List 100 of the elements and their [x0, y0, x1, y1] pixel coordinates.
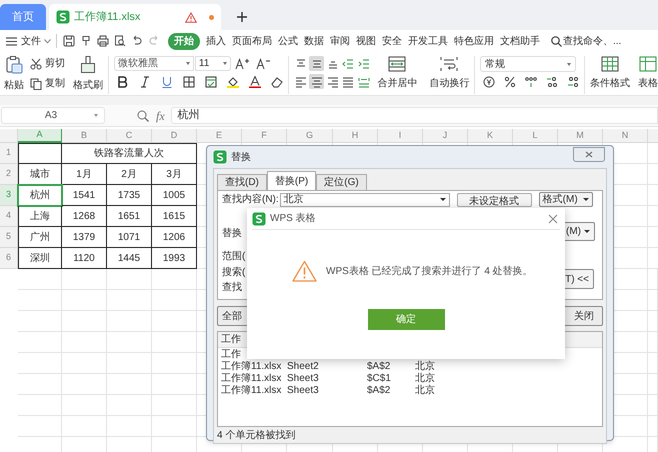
document-tab[interactable]: 工作簿11.xlsx — [49, 4, 221, 30]
add-tab-icon[interactable] — [237, 12, 247, 22]
table-cell: 广州 — [18, 227, 62, 248]
cell-style-icon[interactable] — [204, 76, 217, 88]
align-center-icon — [310, 76, 323, 88]
decrease-decimal-icon[interactable] — [567, 76, 580, 88]
grow-font-icon[interactable] — [234, 58, 249, 70]
paste-button[interactable]: 粘贴 — [4, 78, 24, 93]
formula-input[interactable]: 杭州 — [170, 107, 658, 124]
table-cell: 1005 — [152, 185, 197, 206]
result-cell-text: Sheet2 — [287, 361, 320, 373]
table-cell — [62, 290, 107, 311]
merge-center-button[interactable]: 合并居中 — [377, 76, 418, 91]
function-button[interactable]: fx — [156, 106, 165, 124]
replace-label: 替换 — [222, 226, 242, 241]
table-cell — [18, 395, 62, 416]
result-cell-text: 北京 — [415, 361, 436, 372]
ribbon-tab[interactable]: 数据 — [304, 32, 324, 50]
table-cell: 上海 — [18, 206, 62, 227]
save-icon[interactable] — [63, 35, 75, 47]
paintbrush-icon[interactable] — [80, 56, 96, 74]
print-icon[interactable] — [97, 35, 109, 47]
format-status-button[interactable]: 未设定格式 — [456, 192, 532, 206]
name-box[interactable]: A3 — [1, 107, 105, 124]
dialog-tab[interactable]: 替换(P) — [266, 171, 316, 191]
zoom-icon[interactable] — [137, 110, 149, 122]
table-cell — [107, 332, 152, 353]
increase-decimal-icon[interactable] — [546, 76, 558, 88]
copy-button[interactable]: 复制 — [45, 76, 65, 91]
ribbon-tab[interactable]: 文档助手 — [500, 32, 540, 50]
shrink-font-icon[interactable] — [256, 58, 270, 70]
align-left-icon — [295, 76, 308, 88]
result-cell-text: Sheet3 — [287, 385, 320, 397]
table-cell: 深圳 — [18, 248, 62, 269]
align-middle-button[interactable] — [309, 56, 324, 71]
table-cell: 3月 — [152, 164, 197, 185]
table-cell — [107, 416, 152, 437]
clipboard-icon[interactable] — [5, 56, 23, 74]
eraser-icon[interactable] — [270, 76, 283, 88]
ribbon-tab[interactable]: 特色应用 — [454, 32, 494, 50]
result-cell-text: $A$2 — [367, 361, 392, 373]
ribbon-tab[interactable]: 插入 — [206, 32, 226, 50]
fill-color-icon[interactable] — [226, 76, 239, 88]
borders-icon[interactable] — [182, 76, 195, 88]
table-cell — [18, 416, 62, 437]
table-cell — [62, 395, 107, 416]
underline-icon[interactable] — [160, 76, 173, 88]
print-preview-icon[interactable] — [114, 35, 126, 47]
bold-icon[interactable] — [116, 76, 129, 88]
ribbon-tab[interactable]: 审阅 — [330, 32, 350, 50]
ribbon-tab[interactable]: 公式 — [278, 32, 298, 50]
command-search[interactable]: 查找命令、... — [563, 34, 622, 48]
table-cell — [648, 395, 658, 416]
dialog-tab[interactable]: 查找(D) — [217, 174, 267, 191]
italic-icon[interactable] — [138, 76, 151, 88]
table-cell — [18, 269, 62, 290]
merge-cells-icon[interactable] — [388, 56, 406, 72]
conditional-format-icon[interactable] — [601, 56, 620, 72]
find-combobox[interactable]: 北京 — [280, 192, 450, 206]
look-in-label: 查找 — [222, 280, 242, 295]
ribbon-tab[interactable]: 视图 — [356, 32, 376, 50]
currency-icon[interactable] — [483, 76, 496, 88]
table-style-button[interactable]: 表格 — [638, 76, 658, 91]
ribbon-tab[interactable]: 安全 — [382, 32, 402, 50]
close-icon — [585, 150, 593, 158]
wrap-text-button[interactable]: 自动换行 — [429, 76, 470, 91]
search-icon[interactable] — [551, 36, 562, 46]
thousands-separator-icon[interactable] — [525, 76, 538, 88]
wrap-text-icon[interactable] — [440, 56, 458, 72]
format-painter-button[interactable]: 格式刷 — [73, 78, 103, 93]
menu-icon[interactable] — [6, 36, 17, 46]
close-icon[interactable] — [548, 214, 558, 224]
table-cell — [648, 290, 658, 311]
cut-button[interactable]: 剪切 — [45, 56, 65, 71]
align-indent-icon — [358, 58, 370, 70]
scope-label: 范围( — [222, 250, 246, 264]
conditional-format-button[interactable]: 条件格式 — [590, 76, 630, 91]
dialog-tab[interactable]: 定位(G) — [316, 174, 367, 191]
table-style-icon[interactable] — [639, 56, 658, 72]
align-center-button[interactable] — [309, 74, 324, 89]
table-cell — [62, 269, 107, 290]
format-brush-icon[interactable] — [80, 35, 92, 47]
undo-icon[interactable] — [131, 35, 143, 47]
number-format-select[interactable]: 常规 — [480, 56, 576, 72]
table-cell — [107, 290, 152, 311]
ribbon-tab[interactable]: 页面布局 — [232, 32, 272, 50]
align-justify-icon — [342, 76, 354, 88]
copy-icon — [30, 78, 42, 90]
format-button[interactable]: 格式(M) — [538, 192, 593, 207]
close-button[interactable] — [573, 146, 605, 162]
percent-icon[interactable] — [504, 76, 516, 88]
font-size-select[interactable]: 11 — [194, 56, 231, 71]
file-menu[interactable]: 文件 — [21, 34, 41, 48]
close-dialog-button[interactable]: 关闭 — [563, 306, 603, 326]
table-cell: 1445 — [107, 248, 152, 269]
align-outdent-icon — [342, 58, 354, 70]
font-select[interactable]: 微软雅黑 — [114, 56, 194, 71]
font-color-icon[interactable] — [248, 76, 261, 88]
align-top-icon — [295, 58, 308, 70]
ribbon-tab[interactable]: 开发工具 — [408, 32, 448, 50]
